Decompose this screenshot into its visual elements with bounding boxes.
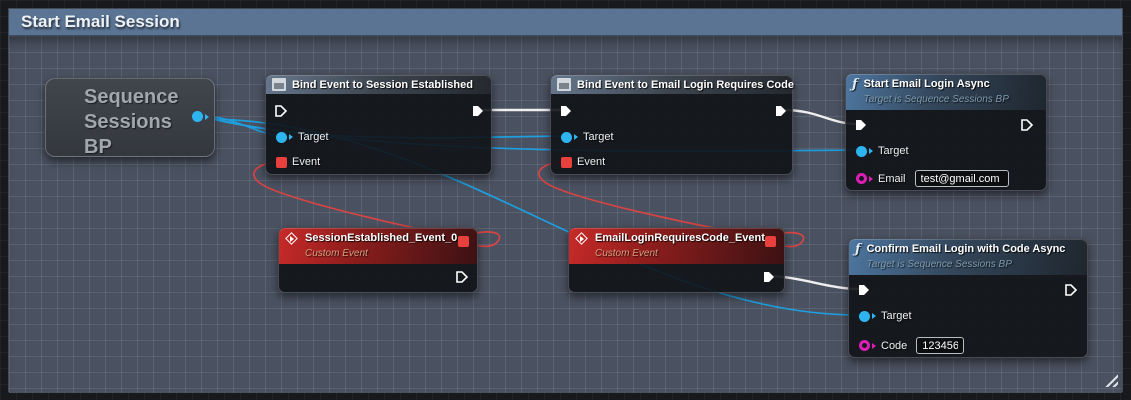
pin-tail-icon <box>869 148 873 154</box>
email-value-field[interactable] <box>914 170 1009 187</box>
node-header[interactable]: Bind Event to Email Login Requires Code <box>551 75 794 94</box>
exec-output-pin[interactable] <box>774 104 788 118</box>
target-input-pin[interactable]: Target <box>561 131 614 143</box>
node-confirm-email-login-async[interactable]: ƒ Confirm Email Login with Code Async Ta… <box>848 238 1088 358</box>
node-title: SessionEstablished_Event_0 <box>305 232 458 244</box>
function-icon: ƒ <box>855 242 861 257</box>
node-header[interactable]: ƒ Confirm Email Login with Code Async Ta… <box>849 239 1087 275</box>
pin-label: Code <box>881 339 908 352</box>
target-input-pin[interactable]: Target <box>856 145 909 157</box>
object-output-pin[interactable] <box>192 111 209 122</box>
node-sequence-sessions-bp[interactable]: Sequence Sessions BP <box>45 78 215 158</box>
pin-tail-icon <box>872 313 876 319</box>
node-session-established-event[interactable]: SessionEstablished_Event_0 Custom Event <box>278 227 478 293</box>
exec-output-pin[interactable] <box>471 104 485 118</box>
object-pin-icon <box>192 111 203 122</box>
object-pin-icon <box>561 131 572 143</box>
exec-output-pin[interactable] <box>762 270 776 284</box>
bind-event-icon <box>272 78 286 91</box>
comment-title-bar[interactable]: Start Email Session <box>9 9 1122 36</box>
pin-label: Target <box>298 131 329 143</box>
node-bind-session-established[interactable]: Bind Event to Session Established Target… <box>265 74 492 175</box>
node-title: Start Email Login Async <box>863 78 990 90</box>
custom-event-icon <box>575 232 589 246</box>
node-email-login-requires-code-event[interactable]: EmailLoginRequiresCode_Event Custom Even… <box>568 227 785 293</box>
node-subtitle: Custom Event <box>305 248 368 259</box>
node-subtitle: Target is Sequence Sessions BP <box>863 94 1009 105</box>
node-title: Bind Event to Email Login Requires Code <box>577 78 794 91</box>
exec-input-pin[interactable] <box>274 104 288 118</box>
variable-name-line: BP <box>84 136 112 158</box>
exec-input-pin[interactable] <box>559 104 573 118</box>
pin-label: Email <box>878 172 906 185</box>
pin-label: Target <box>881 310 912 322</box>
exec-output-pin[interactable] <box>1064 283 1078 297</box>
blueprint-graph-canvas[interactable]: Start Email Session Sequence Sessions BP <box>0 0 1131 400</box>
pin-label: Event <box>577 156 606 168</box>
custom-event-icon <box>285 232 299 246</box>
delegate-pin-icon <box>561 156 572 168</box>
variable-name-line: Sequence <box>84 86 179 108</box>
node-title: Bind Event to Session Established <box>292 78 473 91</box>
pin-tail-icon <box>872 342 876 349</box>
node-title: Confirm Email Login with Code Async <box>866 243 1066 255</box>
node-header[interactable]: EmailLoginRequiresCode_Event Custom Even… <box>569 228 784 264</box>
pin-label: Event <box>292 156 321 168</box>
pin-label: Target <box>583 131 614 143</box>
target-input-pin[interactable]: Target <box>859 310 912 322</box>
email-input-pin[interactable]: Email <box>856 170 1009 187</box>
node-header[interactable]: SessionEstablished_Event_0 Custom Event <box>279 228 477 264</box>
function-icon: ƒ <box>852 77 858 92</box>
node-header[interactable]: ƒ Start Email Login Async Target is Sequ… <box>846 74 1046 110</box>
code-value-field[interactable] <box>916 337 965 354</box>
object-pin-icon <box>859 310 870 322</box>
event-input-pin[interactable]: Event <box>276 156 320 168</box>
delegate-output-pin[interactable] <box>765 236 776 247</box>
node-header[interactable]: Bind Event to Session Established <box>266 75 491 94</box>
node-start-email-login-async[interactable]: ƒ Start Email Login Async Target is Sequ… <box>845 73 1047 191</box>
exec-input-pin[interactable] <box>854 118 868 132</box>
exec-input-pin[interactable] <box>857 283 871 297</box>
pin-tail-icon <box>869 175 873 182</box>
exec-output-pin[interactable] <box>455 270 469 284</box>
pin-tail-icon <box>289 134 293 140</box>
node-bind-email-login-requires-code[interactable]: Bind Event to Email Login Requires Code … <box>550 74 794 175</box>
node-subtitle: Custom Event <box>595 248 658 259</box>
object-pin-icon <box>276 131 287 143</box>
node-subtitle: Target is Sequence Sessions BP <box>866 259 1012 270</box>
node-title: EmailLoginRequiresCode_Event <box>595 232 765 244</box>
code-input-pin[interactable]: Code <box>859 337 965 354</box>
pin-tail-icon <box>574 134 578 140</box>
comment-title: Start Email Session <box>21 12 180 31</box>
delegate-pin-icon <box>276 156 287 168</box>
delegate-output-pin[interactable] <box>458 236 469 247</box>
string-pin-icon <box>859 340 870 351</box>
target-input-pin[interactable]: Target <box>276 131 329 143</box>
event-input-pin[interactable]: Event <box>561 156 605 168</box>
pin-tail-icon <box>205 113 209 120</box>
pin-label: Target <box>878 145 909 157</box>
string-pin-icon <box>856 173 867 184</box>
exec-output-pin[interactable] <box>1020 118 1034 132</box>
bind-event-icon <box>557 78 571 91</box>
object-pin-icon <box>856 145 867 157</box>
